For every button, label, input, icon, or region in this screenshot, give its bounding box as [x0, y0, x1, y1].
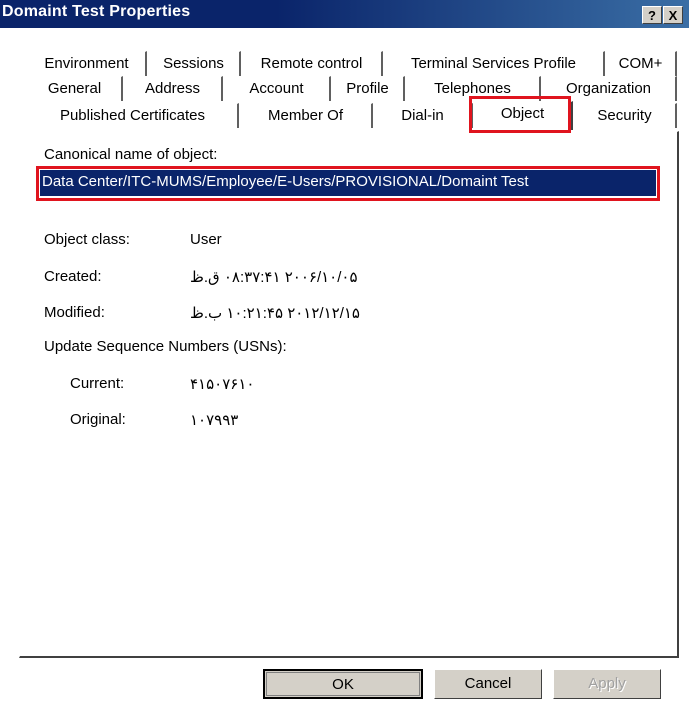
tab-address[interactable]: Address	[123, 76, 223, 101]
usn-label: Update Sequence Numbers (USNs):	[44, 338, 287, 355]
title-bar: Domaint Test Properties ? X	[0, 0, 689, 28]
object-tab-highlight	[469, 96, 571, 133]
tab-published-certificates[interactable]: Published Certificates	[27, 103, 239, 128]
tab-panel	[19, 131, 679, 658]
modified-value: ۲۰۱۲/۱۲/۱۵ ۱۰:۲۱:۴۵ ب.ظ	[190, 305, 360, 322]
tab-remote-control[interactable]: Remote control	[241, 51, 383, 76]
tab-account[interactable]: Account	[223, 76, 331, 101]
tab-dial-in[interactable]: Dial-in	[373, 103, 473, 128]
current-value: ۴۱۵۰۷۶۱۰	[190, 376, 255, 393]
canonical-name-highlight	[36, 166, 660, 201]
apply-button[interactable]: Apply	[553, 669, 661, 699]
tab-member-of[interactable]: Member Of	[239, 103, 373, 128]
tab-security[interactable]: Security	[573, 103, 677, 128]
tab-environment[interactable]: Environment	[27, 51, 147, 76]
ok-button[interactable]: OK	[263, 669, 423, 699]
close-button[interactable]: X	[663, 6, 683, 24]
properties-dialog: Environment Sessions Remote control Term…	[0, 28, 689, 703]
object-class-label: Object class:	[44, 231, 130, 248]
help-button[interactable]: ?	[642, 6, 662, 24]
tab-general[interactable]: General	[27, 76, 123, 101]
created-value: ۲۰۰۶/۱۰/۰۵ ۰۸:۳۷:۴۱ ق.ظ	[190, 269, 358, 286]
original-value: ۱۰۷۹۹۳	[190, 412, 239, 429]
cancel-button[interactable]: Cancel	[434, 669, 542, 699]
object-class-value: User	[190, 231, 222, 248]
tab-com-plus[interactable]: COM+	[605, 51, 677, 76]
modified-label: Modified:	[44, 304, 105, 321]
canonical-name-label: Canonical name of object:	[44, 146, 218, 163]
current-label: Current:	[70, 375, 125, 392]
window-title: Domaint Test Properties	[2, 3, 191, 20]
tab-sessions[interactable]: Sessions	[147, 51, 241, 76]
tab-terminal-services-profile[interactable]: Terminal Services Profile	[383, 51, 605, 76]
tab-profile[interactable]: Profile	[331, 76, 405, 101]
created-label: Created:	[44, 268, 102, 285]
original-label: Original:	[70, 411, 126, 428]
